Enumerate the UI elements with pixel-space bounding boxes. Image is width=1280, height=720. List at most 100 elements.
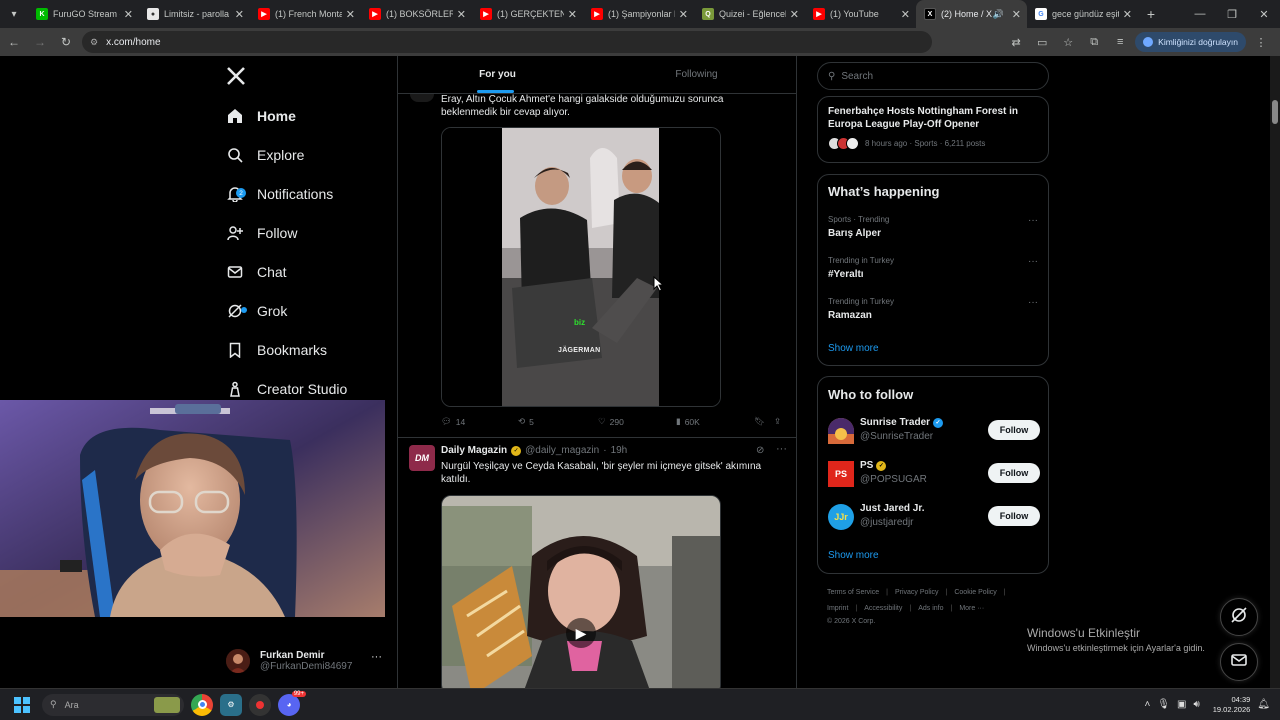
close-icon[interactable]: ✕ <box>124 8 133 21</box>
bookmark-button[interactable]: 🔖︎ <box>754 416 765 427</box>
browser-tab-active[interactable]: X (2) Home / X 🔊 ✕ <box>916 0 1027 28</box>
microphone-icon[interactable]: 🎙︎ <box>1157 699 1170 710</box>
share-button[interactable]: ⇪ <box>774 416 781 427</box>
nav-chat[interactable]: Chat <box>226 257 287 287</box>
browser-menu-icon[interactable]: ⋮ <box>1250 31 1272 53</box>
taskbar-search[interactable]: ⚲ Ara <box>42 693 184 716</box>
windows-start-icon[interactable] <box>14 696 30 713</box>
site-info-icon[interactable]: ⚙ <box>90 37 98 48</box>
more-icon[interactable]: ··· <box>371 651 382 663</box>
tab-following[interactable]: Following <box>597 56 796 93</box>
author-handle[interactable]: @daily_magazin <box>525 445 599 456</box>
close-icon[interactable]: ✕ <box>1012 8 1021 21</box>
verify-identity-button[interactable]: Kimliğinizi doğrulayın <box>1135 32 1246 52</box>
browser-tab[interactable]: ▶(1) BOKSÖRLER, F✕ <box>361 0 472 28</box>
close-icon[interactable]: ✕ <box>457 8 466 21</box>
browser-tab[interactable]: ▶ (1) Şampiyonlar L ✕ <box>583 0 694 28</box>
url-input[interactable]: ⚙ x.com/home <box>82 31 932 53</box>
browser-tab[interactable]: K FuruGO Stream - ✕ <box>28 0 139 28</box>
author-name[interactable]: Daily Magazin <box>441 445 507 456</box>
page-scrollbar[interactable] <box>1270 56 1280 688</box>
nav-home[interactable]: Home <box>226 101 296 131</box>
reply-button[interactable]: 💬︎ 14 <box>441 416 465 427</box>
record-app-icon[interactable] <box>249 693 271 716</box>
trend-item[interactable]: #Yeraltı <box>828 269 864 280</box>
trend-item[interactable]: Ramazan <box>828 310 872 321</box>
discord-icon[interactable]: ◕ 99+ <box>278 690 306 716</box>
browser-tab[interactable]: ● Limitsiz - parolla ✕ <box>139 0 250 28</box>
forward-button[interactable]: → <box>28 30 52 54</box>
accessibility-link[interactable]: Accessibility <box>864 605 902 612</box>
follow-button[interactable]: Follow <box>988 506 1040 526</box>
tweet-video[interactable]: ▶ <box>441 495 721 688</box>
show-more-link[interactable]: Show more <box>828 343 879 354</box>
follow-suggestion[interactable]: Sunrise Trader ✓ @SunriseTrader Follow <box>828 415 1040 449</box>
nav-explore[interactable]: Explore <box>226 140 304 170</box>
follow-suggestion[interactable]: JJr Just Jared Jr. @justjaredjr Follow <box>828 501 1040 535</box>
grok-fab-button[interactable] <box>1220 598 1258 636</box>
nav-bookmarks[interactable]: Bookmarks <box>226 335 327 365</box>
close-icon[interactable]: ✕ <box>790 8 799 21</box>
restore-button[interactable]: ❐ <box>1216 0 1248 28</box>
scrollbar-thumb[interactable] <box>1272 100 1278 124</box>
play-icon[interactable]: ▶ <box>566 618 596 648</box>
more-icon[interactable]: ··· <box>776 443 787 455</box>
cookie-link[interactable]: Cookie Policy <box>954 589 996 596</box>
avatar[interactable] <box>410 94 434 102</box>
tweet-video[interactable]: biz JÄGERMAN <box>441 127 721 407</box>
privacy-link[interactable]: Privacy Policy <box>895 589 939 596</box>
more-icon[interactable]: ··· <box>1028 256 1038 267</box>
media-controls-icon[interactable]: ≡ <box>1109 31 1131 53</box>
chrome-icon[interactable] <box>191 693 213 716</box>
window-close-button[interactable]: ✕ <box>1248 0 1280 28</box>
extensions-icon[interactable]: ⧉ <box>1083 31 1105 53</box>
tab-search-button[interactable]: ▾ <box>0 0 28 28</box>
back-button[interactable]: ← <box>2 30 26 54</box>
x-logo-icon[interactable] <box>226 66 246 86</box>
tab-for-you[interactable]: For you <box>398 56 597 93</box>
grok-icon[interactable]: ⊘ <box>756 445 764 456</box>
close-icon[interactable]: ✕ <box>568 8 577 21</box>
browser-tab[interactable]: Ggece gündüz eşit ✕ <box>1027 0 1138 28</box>
follow-suggestion[interactable]: PS PS ✓ @POPSUGAR Follow <box>828 458 1040 492</box>
chevron-up-icon[interactable]: ˄ <box>1144 699 1150 710</box>
network-icon[interactable]: ▣ <box>1177 699 1186 710</box>
cast-icon[interactable]: ▭ <box>1031 31 1053 53</box>
more-icon[interactable]: ··· <box>1028 215 1038 226</box>
close-icon[interactable]: ✕ <box>1123 8 1132 21</box>
speaker-icon[interactable]: 🔊 <box>993 9 1004 20</box>
nav-notifications[interactable]: 2 Notifications <box>226 179 333 209</box>
notification-bell-icon[interactable]: 🔔︎ <box>1257 699 1270 710</box>
volume-icon[interactable]: 🔊︎ <box>1193 699 1199 710</box>
news-panel[interactable]: Fenerbahçe Hosts Nottingham Forest in Eu… <box>817 96 1049 163</box>
browser-tab[interactable]: ▶(1) GERÇEKTEN Al✕ <box>472 0 583 28</box>
system-clock[interactable]: 04:39 19.02.2026 <box>1213 695 1251 715</box>
tweet-time[interactable]: 19h <box>611 445 628 456</box>
terms-link[interactable]: Terms of Service <box>827 589 879 596</box>
search-input[interactable]: ⚲ Search <box>817 62 1049 90</box>
account-switcher[interactable]: Furkan Demir @FurkanDemi84697 ··· <box>226 641 396 681</box>
repost-button[interactable]: ⟲ 5 <box>518 416 534 427</box>
more-link[interactable]: More ··· <box>959 605 984 612</box>
close-icon[interactable]: ✕ <box>901 8 910 21</box>
views-button[interactable]: ▮ 60K <box>676 416 700 427</box>
browser-tab[interactable]: ▶ (1) YouTube ✕ <box>805 0 916 28</box>
avatar[interactable]: DM <box>409 445 435 471</box>
browser-tab[interactable]: ▶ (1) French Monta ✕ <box>250 0 361 28</box>
more-icon[interactable]: ··· <box>1028 297 1038 308</box>
nav-follow[interactable]: Follow <box>226 218 297 248</box>
show-more-link[interactable]: Show more <box>828 550 879 561</box>
follow-button[interactable]: Follow <box>988 463 1040 483</box>
close-icon[interactable]: ✕ <box>679 8 688 21</box>
minimize-button[interactable]: — <box>1184 0 1216 28</box>
close-icon[interactable]: ✕ <box>235 8 244 21</box>
app-icon[interactable]: ⚙ <box>220 693 242 716</box>
ads-info-link[interactable]: Ads info <box>918 605 943 612</box>
nav-grok[interactable]: Grok <box>226 296 287 326</box>
translate-icon[interactable]: ⇄ <box>1005 31 1027 53</box>
trend-item[interactable]: Barış Alper <box>828 228 881 239</box>
new-tab-button[interactable]: + <box>1138 6 1164 22</box>
browser-tab[interactable]: Q Quizei - Eğlenceli ✕ <box>694 0 805 28</box>
like-button[interactable]: ♡ 290 <box>598 416 624 427</box>
bookmark-star-icon[interactable]: ☆ <box>1057 31 1079 53</box>
